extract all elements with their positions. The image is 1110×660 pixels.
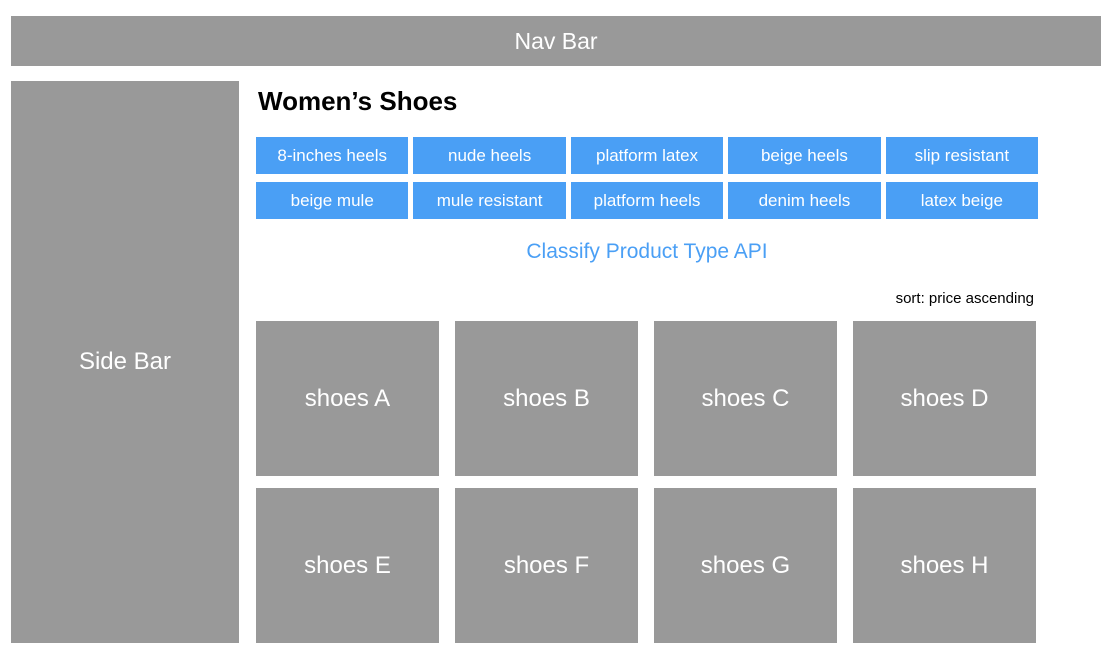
tag-row: beige mule mule resistant platform heels… [256, 182, 1039, 219]
product-card[interactable]: shoes A [256, 321, 439, 476]
product-card[interactable]: shoes G [654, 488, 837, 643]
product-card[interactable]: shoes H [853, 488, 1036, 643]
tag-chip[interactable]: denim heels [728, 182, 881, 219]
tag-chip[interactable]: slip resistant [885, 137, 1039, 174]
sort-control[interactable]: sort: price ascending [896, 289, 1034, 309]
page-title: Women’s Shoes [258, 86, 458, 116]
product-card[interactable]: shoes E [256, 488, 439, 643]
nav-bar-label: Nav Bar [514, 27, 598, 54]
side-bar-label: Side Bar [78, 348, 172, 375]
product-card[interactable]: shoes D [853, 321, 1036, 476]
tag-filter-group: 8-inches heels nude heels platform latex… [256, 137, 1039, 227]
side-bar[interactable]: Side Bar [11, 81, 239, 643]
tag-chip[interactable]: beige heels [728, 137, 881, 174]
tag-chip[interactable]: nude heels [413, 137, 566, 174]
tag-row: 8-inches heels nude heels platform latex… [256, 137, 1039, 174]
tag-chip[interactable]: platform latex [570, 137, 724, 174]
tag-chip[interactable]: beige mule [256, 182, 409, 219]
classify-product-type-link[interactable]: Classify Product Type API [256, 238, 1038, 266]
tag-chip[interactable]: latex beige [885, 182, 1039, 219]
product-grid: shoes A shoes B shoes C shoes D shoes E … [256, 321, 1038, 643]
product-card[interactable]: shoes F [455, 488, 638, 643]
tag-chip[interactable]: platform heels [570, 182, 724, 219]
product-card[interactable]: shoes C [654, 321, 837, 476]
tag-chip[interactable]: 8-inches heels [256, 137, 409, 174]
nav-bar[interactable]: Nav Bar [11, 16, 1101, 66]
tag-chip[interactable]: mule resistant [413, 182, 566, 219]
page: Nav Bar Side Bar Women’s Shoes 8-inches … [0, 0, 1110, 660]
product-card[interactable]: shoes B [455, 321, 638, 476]
